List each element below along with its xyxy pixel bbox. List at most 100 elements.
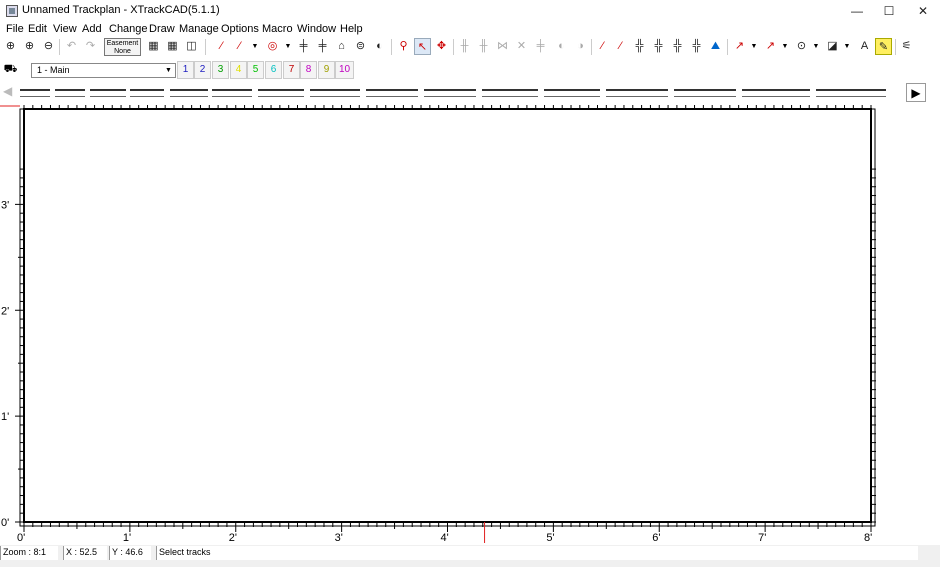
map-icon[interactable]: ◫ — [183, 38, 200, 55]
text-icon[interactable]: A — [856, 38, 873, 55]
curved-track-icon[interactable]: ⁄ — [231, 38, 248, 55]
hotbar-turnout[interactable] — [482, 89, 538, 97]
title-bar: Unnamed Trackplan - XTrackCAD(5.1.1) — ☐… — [0, 0, 940, 22]
x-ruler-label: 0' — [17, 532, 25, 543]
hotbar-turnout[interactable] — [674, 89, 736, 97]
hotbar-turnout[interactable] — [310, 89, 360, 97]
hotbar-turnout[interactable] — [366, 89, 418, 97]
describe-icon[interactable]: ⚲ — [395, 38, 412, 55]
grid-icon[interactable]: ▦ — [164, 38, 181, 55]
note-icon[interactable]: ✎ — [875, 38, 892, 55]
layer-button-8[interactable]: 8 — [300, 61, 317, 79]
easement-value: None — [114, 48, 131, 55]
draw-circle-icon[interactable]: ⊙ — [793, 38, 810, 55]
zoom-fit-icon[interactable]: ⊕ — [2, 38, 19, 55]
line-dropdown-icon[interactable]: ▼ — [750, 38, 758, 55]
layer-button-10[interactable]: 10 — [335, 61, 354, 79]
x-ruler-label: 6' — [652, 532, 660, 543]
menu-manage[interactable]: Manage — [179, 23, 219, 35]
layer-button-5[interactable]: 5 — [247, 61, 264, 79]
layer-button-7[interactable]: 7 — [283, 61, 300, 79]
menu-file[interactable]: File — [6, 23, 24, 35]
parallel-icon[interactable]: ◐ — [371, 38, 388, 55]
hotbar-turnout[interactable] — [90, 89, 126, 97]
hotbar-turnout[interactable] — [212, 89, 252, 97]
hotbar-turnout[interactable] — [55, 89, 85, 97]
hotbar-left-arrow-icon[interactable]: ◀ — [3, 84, 13, 100]
snap-grid-icon[interactable]: ▦ — [145, 38, 162, 55]
toolbar-separator — [727, 39, 728, 55]
layer-button-1[interactable]: 1 — [177, 61, 194, 79]
layer-button-3[interactable]: 3 — [212, 61, 229, 79]
signal-icon[interactable]: ╬ — [631, 38, 648, 55]
switch-motor-icon[interactable]: ⁄ — [612, 38, 629, 55]
sensor-icon[interactable]: ╬ — [669, 38, 686, 55]
train-icon[interactable]: ⛰ — [707, 38, 724, 55]
hotbar-turnout[interactable] — [170, 89, 208, 97]
menu-edit[interactable]: Edit — [28, 23, 47, 35]
menu-view[interactable]: View — [53, 23, 77, 35]
layer-button-9[interactable]: 9 — [318, 61, 335, 79]
hotbar-turnout[interactable] — [816, 89, 886, 97]
redo-icon[interactable]: ↷ — [82, 38, 99, 55]
zoom-in-icon[interactable]: ⊕ — [21, 38, 38, 55]
hotbar-turnout[interactable] — [606, 89, 668, 97]
y-ruler-label: 3' — [1, 199, 9, 211]
hotbar-turnout[interactable] — [424, 89, 476, 97]
control-icon[interactable]: ╬ — [650, 38, 667, 55]
straight-track-icon[interactable]: ⁄ — [213, 38, 230, 55]
circle-track-icon[interactable]: ◎ — [264, 38, 281, 55]
layers-icon[interactable]: ⛟ — [2, 61, 19, 78]
curve-draw-dropdown-icon[interactable]: ▼ — [781, 38, 789, 55]
hide-icon[interactable]: ◐ — [553, 38, 570, 55]
close-button[interactable]: ✕ — [906, 0, 940, 22]
easement-button[interactable]: Easement None — [104, 38, 141, 56]
turntable-icon[interactable]: ⊜ — [352, 38, 369, 55]
layer-button-6[interactable]: 6 — [265, 61, 282, 79]
hotbar-turnout[interactable] — [20, 89, 50, 97]
status-x: X : 52.5 — [63, 546, 107, 560]
menu-add[interactable]: Add — [82, 23, 102, 35]
layer-select[interactable]: 1 - Main ▼ — [31, 63, 176, 78]
connect-icon[interactable]: ╫ — [456, 38, 473, 55]
maximize-button[interactable]: ☐ — [872, 0, 906, 22]
curve-dropdown-icon[interactable]: ▼ — [251, 38, 259, 55]
hotbar-turnout[interactable] — [130, 89, 164, 97]
select-icon[interactable]: ↖ — [414, 38, 431, 55]
split-icon[interactable]: ✕ — [513, 38, 530, 55]
hotbar-turnout[interactable] — [742, 89, 810, 97]
flip-icon[interactable]: ⋈ — [494, 38, 511, 55]
minimize-button[interactable]: — — [840, 0, 874, 22]
undo-icon[interactable]: ↶ — [63, 38, 80, 55]
elevation-icon[interactable]: ╪ — [532, 38, 549, 55]
hotbar-turnout[interactable] — [258, 89, 304, 97]
menu-help[interactable]: Help — [340, 23, 363, 35]
move-icon[interactable]: ✥ — [433, 38, 450, 55]
layer-button-2[interactable]: 2 — [194, 61, 211, 79]
draw-line-icon[interactable]: ↗ — [731, 38, 748, 55]
menu-draw[interactable]: Draw — [149, 23, 175, 35]
draw-curve-icon[interactable]: ↗ — [762, 38, 779, 55]
join-icon[interactable]: ╫ — [475, 38, 492, 55]
canvas-drawing[interactable]: 0' 1' 2' 3' 4' 5' 6' 7' 8' 3' 2' 1' 0' — [0, 103, 940, 544]
turnout-icon[interactable]: ╪ — [295, 38, 312, 55]
menu-macro[interactable]: Macro — [262, 23, 293, 35]
profile-icon[interactable]: ◑ — [572, 38, 589, 55]
layout-canvas[interactable]: 0' 1' 2' 3' 4' 5' 6' 7' 8' 3' 2' 1' 0' — [0, 103, 940, 544]
menu-window[interactable]: Window — [297, 23, 336, 35]
layer-button-4[interactable]: 4 — [230, 61, 247, 79]
circle-draw-dropdown-icon[interactable]: ▼ — [812, 38, 820, 55]
draw-box-icon[interactable]: ◪ — [824, 38, 841, 55]
hotbar-turnout[interactable] — [544, 89, 600, 97]
structure-icon[interactable]: ⌂ — [333, 38, 350, 55]
car-icon[interactable]: ╬ — [688, 38, 705, 55]
ruler-icon[interactable]: ⚟ — [898, 38, 915, 55]
zoom-out-icon[interactable]: ⊖ — [40, 38, 57, 55]
block-icon[interactable]: ⁄ — [594, 38, 611, 55]
circle-dropdown-icon[interactable]: ▼ — [284, 38, 292, 55]
box-dropdown-icon[interactable]: ▼ — [843, 38, 851, 55]
hotbar-right-arrow-icon[interactable]: ▶ — [906, 83, 926, 102]
sectional-icon[interactable]: ╪ — [314, 38, 331, 55]
menu-options[interactable]: Options — [221, 23, 259, 35]
menu-change[interactable]: Change — [109, 23, 148, 35]
